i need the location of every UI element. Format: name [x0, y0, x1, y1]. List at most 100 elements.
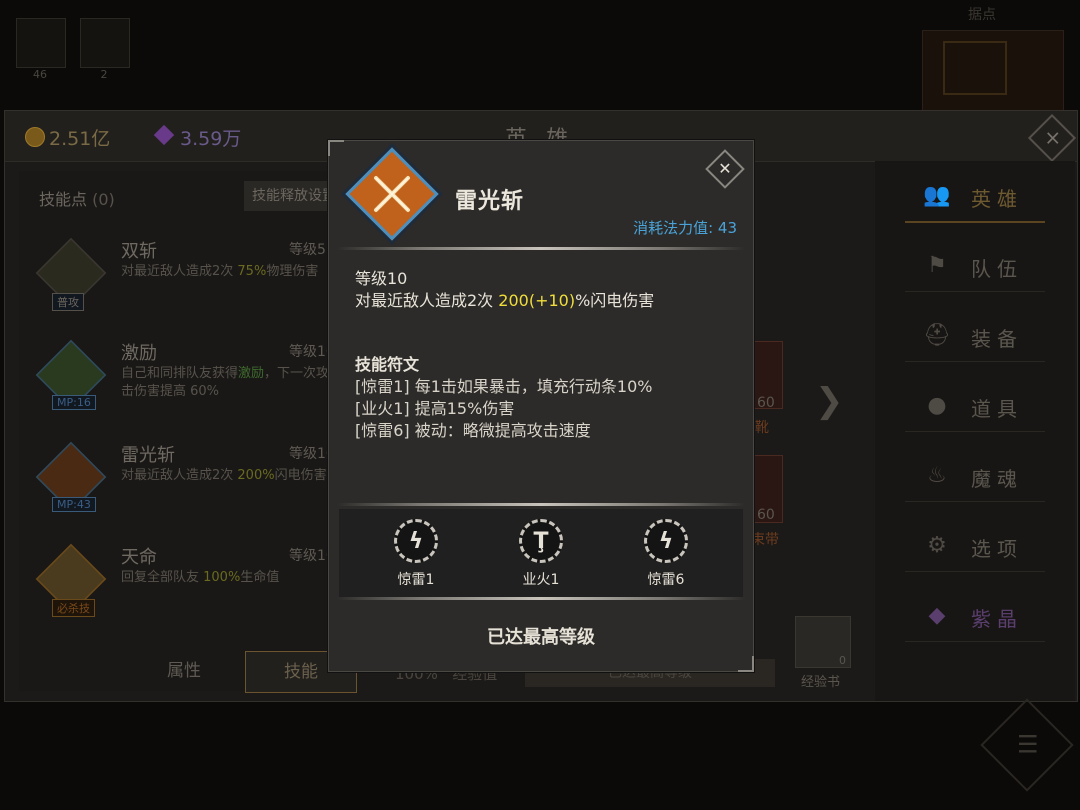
rune-line: [惊雷1] 每1击如果暴击，填充行动条10%	[355, 377, 653, 396]
rune-slot[interactable]: Ţ 业火1	[501, 519, 581, 589]
desc-suffix: %闪电伤害	[575, 291, 655, 310]
skill-level: 等级10	[355, 269, 408, 288]
hero-icon: 👥	[923, 183, 951, 208]
nav-label: 英雄	[971, 187, 1023, 211]
divider	[337, 597, 745, 600]
nav-label: 道具	[971, 397, 1023, 421]
nav-label: 紫晶	[971, 607, 1023, 631]
skill-points: 技能点 (0)	[39, 186, 115, 210]
divider	[337, 247, 745, 250]
nav-crystal[interactable]: ◆ 紫晶	[905, 591, 1045, 642]
skill-name: 双斩	[121, 241, 157, 262]
nav-team[interactable]: ⚑ 队伍	[905, 241, 1045, 292]
tab-attributes[interactable]: 属性	[129, 651, 239, 691]
desc-suffix: 物理伤害	[266, 264, 319, 279]
lightning-slash-icon	[345, 147, 439, 241]
exp-book-count: 0	[839, 654, 846, 667]
rune-label: 业火1	[522, 572, 560, 588]
max-level-label: 已达最高等级	[487, 627, 595, 648]
skill-row[interactable]: MP:43 雷光斩 等级10 对最近敌人造成2次 200%闪电伤害	[19, 435, 349, 535]
menu-icon: ☰	[1016, 730, 1039, 759]
rune-label: 惊雷6	[647, 572, 685, 588]
gold-amount: 2.51亿	[49, 128, 111, 150]
hud-slot-1[interactable]	[16, 18, 66, 68]
skill-tag: MP:16	[52, 395, 96, 410]
hud-slot-2[interactable]	[80, 18, 130, 68]
rune-slot[interactable]: ϟ 惊雷1	[376, 519, 456, 589]
desc-value: 激励	[238, 366, 265, 381]
hud-slot-2-count: 2	[100, 68, 108, 81]
skill-tag: 普攻	[52, 293, 84, 311]
mana-cost: 消耗法力值: 43	[633, 219, 737, 237]
rune-line: [业火1] 提高15%伤害	[355, 399, 515, 418]
exp-book-label: 经验书	[801, 675, 841, 690]
desc-suffix: 生命值	[240, 570, 280, 585]
equip-label: 靴	[755, 420, 769, 436]
flame-icon: ♨	[927, 463, 947, 488]
skill-points-value: (0)	[92, 190, 115, 209]
nav-soul[interactable]: ♨ 魔魂	[905, 451, 1045, 502]
desc-prefix: 对最近敌人造成2次	[121, 468, 238, 483]
gear-icon: ⚙	[927, 533, 947, 558]
panel-close-button[interactable]: ×	[1027, 113, 1077, 163]
rune-header: 技能符文	[355, 355, 420, 374]
gold-coin-icon	[25, 127, 45, 147]
gem-icon	[153, 124, 175, 146]
modal-corner	[328, 140, 344, 156]
bag-icon: ●	[927, 393, 947, 418]
skill-row[interactable]: 必杀技 天命 等级10 回复全部队友 100%生命值	[19, 537, 349, 637]
skill-row[interactable]: 普攻 双斩 等级5 对最近敌人造成2次 75%物理伤害	[19, 231, 349, 331]
nav-equipment[interactable]: ⛑ 装备	[905, 311, 1045, 362]
desc-value: 200%	[237, 468, 275, 483]
skill-desc: 回复全部队友 100%生命值	[121, 569, 341, 587]
fire-rune-icon: Ţ	[519, 519, 563, 563]
rune-slots: ϟ 惊雷1 Ţ 业火1 ϟ 惊雷6	[339, 509, 743, 597]
base-label: 据点	[968, 7, 996, 23]
modal-close-button[interactable]: ✕	[705, 149, 745, 189]
skill-title: 雷光斩	[455, 189, 525, 214]
helmet-icon: ⛑	[923, 323, 951, 348]
skill-desc: 自己和同排队友获得激励，下一次攻击伤害提高 60%	[121, 365, 341, 401]
skill-row[interactable]: MP:16 激励 等级10 自己和同排队友获得激励，下一次攻击伤害提高 60%	[19, 333, 349, 433]
bottom-tabs: 属性 技能	[19, 651, 359, 695]
equip-level: 60	[757, 507, 775, 523]
main-menu-button[interactable]: ☰	[980, 698, 1074, 792]
skill-list: 技能点 (0) 技能释放设置 普攻 双斩 等级5 对最近敌人造成2次 75%物理…	[19, 171, 349, 691]
desc-prefix: 回复全部队友	[121, 570, 204, 585]
gem-amount: 3.59万	[180, 128, 242, 150]
rune-line: [惊雷6] 被动：略微提高攻击速度	[355, 421, 591, 440]
nav-label: 选项	[971, 537, 1023, 561]
nav-label: 队伍	[971, 257, 1023, 281]
skill-description: 对最近敌人造成2次 200(+10)%闪电伤害	[355, 287, 654, 311]
skill-desc: 对最近敌人造成2次 200%闪电伤害	[121, 467, 341, 485]
close-icon: ×	[1044, 125, 1062, 150]
equip-label: 束带	[751, 532, 779, 548]
nav-options[interactable]: ⚙ 选项	[905, 521, 1045, 572]
desc-value: 100%	[203, 570, 241, 585]
rune-slot[interactable]: ϟ 惊雷6	[626, 519, 706, 589]
skill-name: 激励	[121, 343, 157, 364]
desc-suffix: 闪电伤害	[274, 468, 327, 483]
desc-value: 200(+10)	[498, 291, 576, 310]
skill-points-label: 技能点	[39, 190, 88, 209]
lightning-rune-icon: ϟ	[394, 519, 438, 563]
chevron-right-icon[interactable]: ❯	[815, 381, 844, 421]
close-icon: ✕	[718, 159, 732, 178]
skill-level: 等级5	[289, 242, 326, 258]
equip-level: 60	[757, 395, 775, 411]
right-nav: 👥 英雄 ⚑ 队伍 ⛑ 装备 ● 道具 ♨ 魔魂 ⚙ 选项 ◆ 紫晶	[875, 161, 1075, 701]
nav-label: 魔魂	[971, 467, 1023, 491]
hud-slot-1-count: 46	[33, 68, 47, 81]
lightning-rune-icon: ϟ	[644, 519, 688, 563]
skill-tag: 必杀技	[52, 599, 95, 617]
desc-value: 75%	[237, 264, 267, 279]
nav-label: 装备	[971, 327, 1023, 351]
skill-detail-modal: 雷光斩 ✕ 消耗法力值: 43 等级10 对最近敌人造成2次 200(+10)%…	[328, 140, 754, 672]
skill-desc: 对最近敌人造成2次 75%物理伤害	[121, 263, 341, 281]
divider	[337, 503, 745, 506]
skill-name: 雷光斩	[121, 445, 175, 466]
nav-items[interactable]: ● 道具	[905, 381, 1045, 432]
desc-prefix: 对最近敌人造成2次	[121, 264, 238, 279]
minimap[interactable]	[922, 30, 1064, 112]
nav-hero[interactable]: 👥 英雄	[905, 171, 1045, 223]
